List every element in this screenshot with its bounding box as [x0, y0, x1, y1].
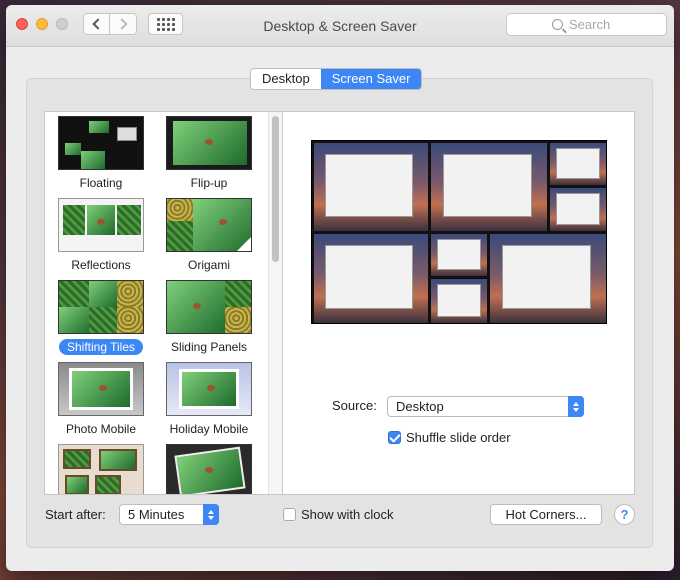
start-after-value: 5 Minutes — [128, 507, 185, 522]
screensaver-item-holiday-mobile[interactable]: Holiday Mobile — [159, 362, 259, 437]
shuffle-checkbox[interactable] — [388, 431, 401, 444]
screensaver-label: Origami — [187, 258, 230, 272]
screensaver-thumbnail — [58, 444, 144, 494]
screensaver-label: Shifting Tiles — [58, 339, 144, 355]
start-after-popup[interactable]: 5 Minutes — [119, 504, 219, 525]
popup-arrows-icon — [203, 504, 219, 525]
screensaver-item-flip-up[interactable]: Flip-up — [159, 116, 259, 191]
screensaver-label: Sliding Panels — [170, 340, 248, 354]
screensaver-label: Holiday Mobile — [169, 422, 249, 436]
search-field[interactable] — [506, 13, 667, 36]
screensaver-thumbnail — [166, 198, 252, 252]
screensaver-label: Photo Mobile — [65, 422, 137, 436]
screensaver-thumbnail — [166, 116, 252, 170]
screensaver-thumbnail — [58, 116, 144, 170]
list-scrollbar[interactable] — [268, 112, 282, 494]
screensaver-thumbnail — [166, 362, 252, 416]
search-icon — [552, 19, 563, 30]
screensaver-item-photo-mobile[interactable]: Photo Mobile — [51, 362, 151, 437]
tab-control: Desktop Screen Saver — [250, 68, 423, 90]
screensaver-preview — [311, 140, 607, 324]
screensaver-item-floating[interactable]: Floating — [51, 116, 151, 191]
screensaver-label: Reflections — [71, 258, 131, 272]
help-button[interactable]: ? — [614, 504, 635, 525]
start-after-label: Start after: — [45, 507, 106, 522]
popup-arrows-icon — [568, 396, 584, 417]
screensaver-item-classic[interactable] — [159, 444, 259, 494]
search-input[interactable] — [569, 17, 621, 32]
screensaver-list[interactable]: Floating Flip-up Reflections Origami Shi… — [44, 111, 283, 495]
tab-screen-saver[interactable]: Screen Saver — [320, 69, 422, 89]
tab-desktop[interactable]: Desktop — [251, 69, 321, 89]
screensaver-thumbnail — [166, 444, 252, 494]
screensaver-item-origami[interactable]: Origami — [159, 198, 259, 273]
screensaver-label: Floating — [79, 176, 123, 190]
shuffle-label: Shuffle slide order — [406, 430, 511, 445]
hot-corners-button[interactable]: Hot Corners... — [490, 504, 602, 525]
screensaver-item-vintage-prints[interactable] — [51, 444, 151, 494]
screensaver-item-shifting-tiles[interactable]: Shifting Tiles — [51, 280, 151, 355]
scrollbar-thumb[interactable] — [272, 116, 279, 262]
show-clock-label: Show with clock — [301, 507, 394, 522]
screensaver-thumbnail — [58, 198, 144, 252]
source-label: Source: — [332, 398, 377, 413]
screensaver-thumbnail — [166, 280, 252, 334]
title-bar: Desktop & Screen Saver — [6, 5, 674, 47]
screensaver-item-sliding-panels[interactable]: Sliding Panels — [159, 280, 259, 355]
preview-pane: Source: Desktop Shuffle slide order — [282, 111, 635, 495]
screensaver-thumbnail — [58, 362, 144, 416]
screensaver-thumbnail — [58, 280, 144, 334]
source-popup[interactable]: Desktop — [387, 396, 584, 417]
preferences-window: Desktop & Screen Saver Desktop Screen Sa… — [6, 5, 674, 571]
source-value: Desktop — [396, 399, 444, 414]
screensaver-label: Flip-up — [190, 176, 228, 190]
screensaver-item-reflections[interactable]: Reflections — [51, 198, 151, 273]
show-clock-checkbox[interactable] — [283, 508, 296, 521]
